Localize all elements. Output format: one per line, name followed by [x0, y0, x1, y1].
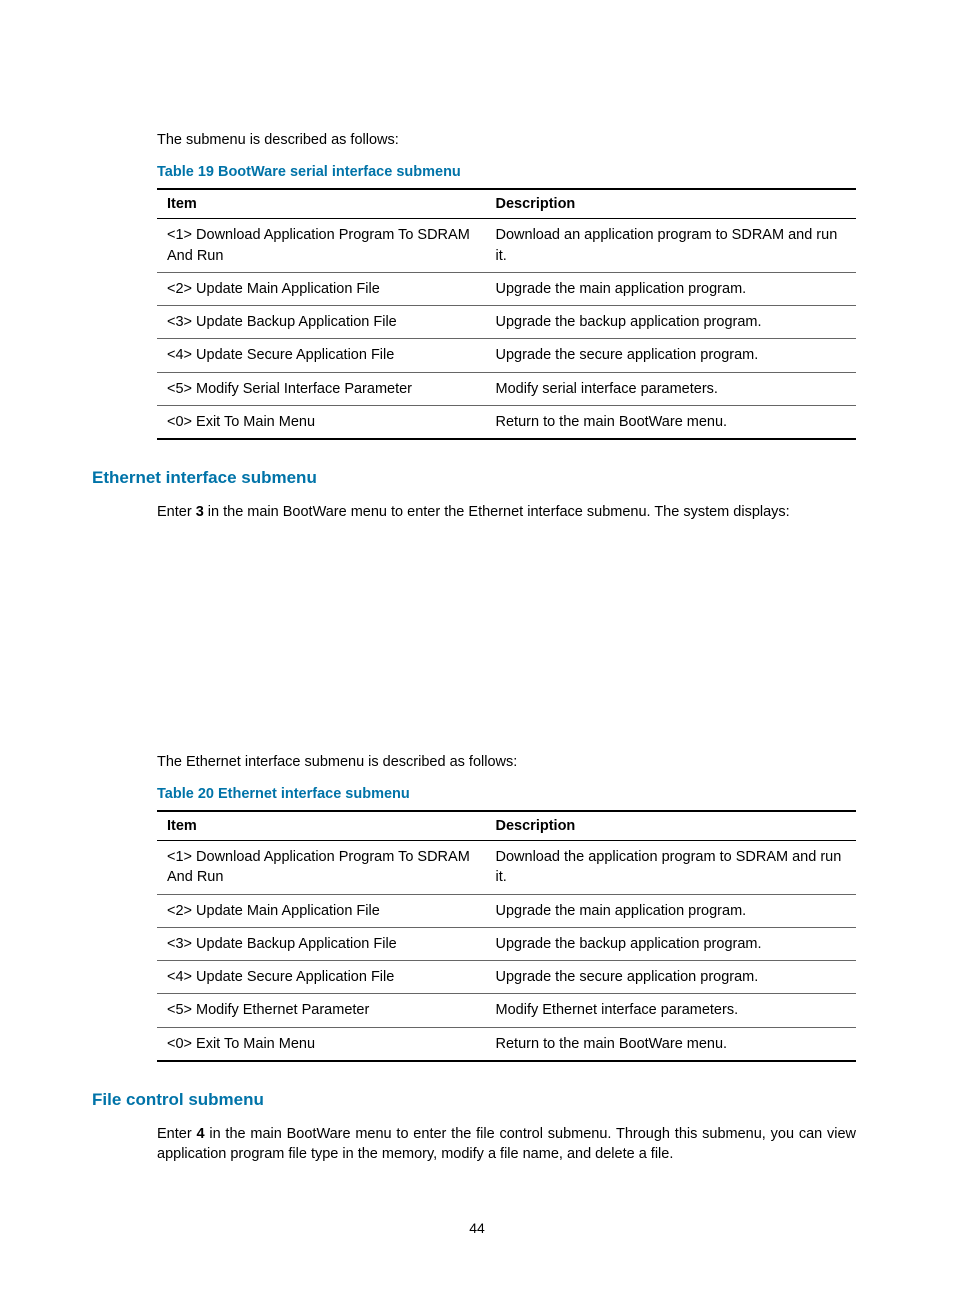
table-cell-desc: Upgrade the backup application program. [486, 927, 856, 960]
table-cell-desc: Modify Ethernet interface parameters. [486, 994, 856, 1027]
ethernet-display-placeholder [157, 537, 856, 752]
table-cell-desc: Upgrade the secure application program. [486, 339, 856, 372]
enter-key: 3 [196, 504, 204, 520]
table-row: <2> Update Main Application File Upgrade… [157, 894, 856, 927]
page-root: The submenu is described as follows: Tab… [0, 0, 954, 1296]
table19-header-row: Item Description [157, 189, 856, 219]
table-row: <1> Download Application Program To SDRA… [157, 219, 856, 273]
table-cell-desc: Upgrade the secure application program. [486, 961, 856, 994]
table-row: <2> Update Main Application File Upgrade… [157, 272, 856, 305]
table20: Item Description <1> Download Applicatio… [157, 810, 856, 1062]
table-cell-desc: Return to the main BootWare menu. [486, 406, 856, 440]
table-cell-item: <2> Update Main Application File [157, 272, 486, 305]
table-cell-item: <0> Exit To Main Menu [157, 1027, 486, 1061]
table-cell-item: <1> Download Application Program To SDRA… [157, 840, 486, 894]
enter-key: 4 [196, 1126, 204, 1142]
table-row: <4> Update Secure Application File Upgra… [157, 339, 856, 372]
ethernet-intro2: The Ethernet interface submenu is descri… [157, 752, 856, 772]
table19-header-item: Item [157, 189, 486, 219]
table-row: <5> Modify Ethernet Parameter Modify Eth… [157, 994, 856, 1027]
ethernet-enter-line: Enter 3 in the main BootWare menu to ent… [157, 502, 856, 522]
table-cell-item: <4> Update Secure Application File [157, 339, 486, 372]
section-ethernet: Enter 3 in the main BootWare menu to ent… [157, 502, 856, 1062]
table-cell-item: <3> Update Backup Application File [157, 306, 486, 339]
table-cell-desc: Modify serial interface parameters. [486, 372, 856, 405]
enter-pre: Enter [157, 504, 196, 520]
table-cell-item: <3> Update Backup Application File [157, 927, 486, 960]
section-serial: The submenu is described as follows: Tab… [157, 130, 856, 440]
table-cell-desc: Upgrade the main application program. [486, 272, 856, 305]
table-row: <1> Download Application Program To SDRA… [157, 840, 856, 894]
table20-caption: Table 20 Ethernet interface submenu [157, 786, 856, 802]
table-cell-desc: Download the application program to SDRA… [486, 840, 856, 894]
table-cell-item: <5> Modify Serial Interface Parameter [157, 372, 486, 405]
page-number: 44 [0, 1220, 954, 1236]
table-row: <0> Exit To Main Menu Return to the main… [157, 1027, 856, 1061]
table-cell-item: <5> Modify Ethernet Parameter [157, 994, 486, 1027]
section-filecontrol: Enter 4 in the main BootWare menu to ent… [157, 1124, 856, 1165]
table-cell-item: <4> Update Secure Application File [157, 961, 486, 994]
ethernet-heading: Ethernet interface submenu [92, 468, 856, 488]
table-row: <3> Update Backup Application File Upgra… [157, 927, 856, 960]
filecontrol-heading: File control submenu [92, 1090, 856, 1110]
table19-header-desc: Description [486, 189, 856, 219]
enter-post: in the main BootWare menu to enter the E… [204, 504, 790, 520]
enter-pre: Enter [157, 1126, 196, 1142]
table20-header-row: Item Description [157, 811, 856, 841]
table20-header-desc: Description [486, 811, 856, 841]
table-cell-desc: Download an application program to SDRAM… [486, 219, 856, 273]
table-cell-item: <0> Exit To Main Menu [157, 406, 486, 440]
intro-paragraph: The submenu is described as follows: [157, 130, 856, 150]
table19-caption: Table 19 BootWare serial interface subme… [157, 164, 856, 180]
table-row: <0> Exit To Main Menu Return to the main… [157, 406, 856, 440]
table-cell-desc: Upgrade the main application program. [486, 894, 856, 927]
filecontrol-enter-line: Enter 4 in the main BootWare menu to ent… [157, 1124, 856, 1165]
table-row: <3> Update Backup Application File Upgra… [157, 306, 856, 339]
table-cell-desc: Return to the main BootWare menu. [486, 1027, 856, 1061]
table-row: <4> Update Secure Application File Upgra… [157, 961, 856, 994]
table19: Item Description <1> Download Applicatio… [157, 188, 856, 440]
table20-header-item: Item [157, 811, 486, 841]
table-cell-desc: Upgrade the backup application program. [486, 306, 856, 339]
table-cell-item: <1> Download Application Program To SDRA… [157, 219, 486, 273]
enter-post: in the main BootWare menu to enter the f… [157, 1126, 856, 1162]
table-cell-item: <2> Update Main Application File [157, 894, 486, 927]
table-row: <5> Modify Serial Interface Parameter Mo… [157, 372, 856, 405]
